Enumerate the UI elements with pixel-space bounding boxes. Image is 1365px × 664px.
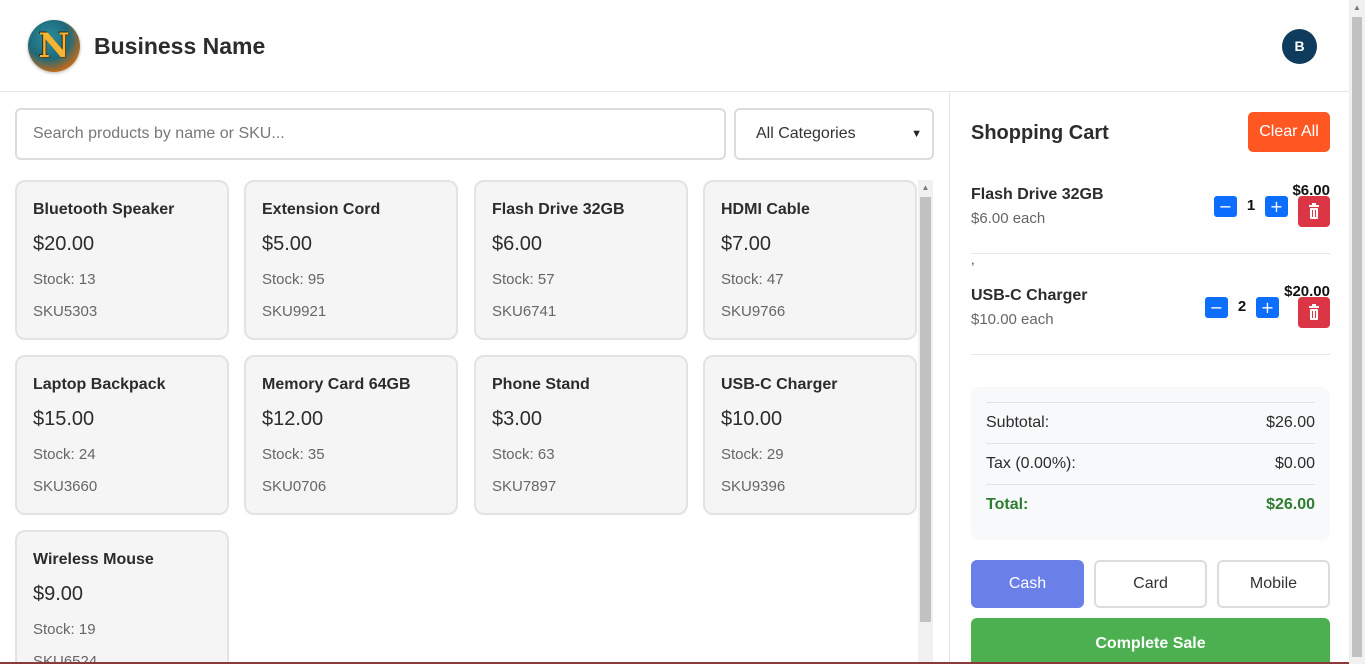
delete-item-button[interactable] (1298, 196, 1330, 227)
business-logo: N (28, 20, 80, 72)
product-sku: SKU0706 (262, 478, 327, 495)
scroll-up-arrow-icon[interactable]: ▲ (1349, 0, 1365, 16)
product-card[interactable]: Flash Drive 32GB $6.00 Stock: 57 SKU6741 (474, 180, 688, 340)
delete-item-button[interactable] (1298, 297, 1330, 328)
product-price: $5.00 (262, 233, 313, 255)
product-card[interactable]: Memory Card 64GB $12.00 Stock: 35 SKU070… (244, 355, 458, 515)
product-card[interactable]: Laptop Backpack $15.00 Stock: 24 SKU3660 (15, 355, 229, 515)
business-name: Business Name (94, 33, 266, 59)
page-scrollbar-thumb[interactable] (1352, 17, 1362, 657)
product-grid: Bluetooth Speaker $20.00 Stock: 13 SKU53… (15, 180, 917, 664)
payment-mobile-button[interactable]: Mobile (1217, 560, 1330, 608)
product-sku: SKU3660 (33, 478, 98, 495)
scrollbar-thumb[interactable] (920, 197, 931, 622)
user-avatar[interactable]: B (1282, 29, 1317, 64)
payment-card-button[interactable]: Card (1094, 560, 1207, 608)
stray-text: , (971, 252, 975, 267)
product-name: Memory Card 64GB (262, 376, 411, 393)
page-scrollbar[interactable]: ▲ (1349, 0, 1365, 664)
product-name: Phone Stand (492, 376, 590, 393)
product-grid-scrollbar[interactable]: ▲ (918, 180, 933, 664)
cart-item-name: USB-C Charger (971, 287, 1088, 304)
product-price: $3.00 (492, 408, 543, 430)
product-sku: SKU5303 (33, 303, 98, 320)
product-sku: SKU9921 (262, 303, 327, 320)
product-sku: SKU6741 (492, 303, 557, 320)
product-name: Flash Drive 32GB (492, 201, 625, 218)
trash-icon (1309, 304, 1319, 320)
product-name: Laptop Backpack (33, 376, 166, 393)
minus-icon[interactable]: − (1205, 297, 1228, 318)
cart-item-unit-price: $6.00 each (971, 210, 1046, 227)
cart-item-qty: 2 (1237, 298, 1247, 315)
product-card[interactable]: Extension Cord $5.00 Stock: 95 SKU9921 (244, 180, 458, 340)
clear-all-button[interactable]: Clear All (1248, 112, 1330, 152)
cart-item: Flash Drive 32GB $6.00 each $6.00 − 1 + (971, 182, 1330, 254)
product-price: $12.00 (262, 408, 324, 430)
chevron-down-icon: ▼ (911, 128, 922, 140)
total-row: Total: $26.00 (986, 484, 1315, 525)
product-sku: SKU9396 (721, 478, 786, 495)
tax-row: Tax (0.00%): $0.00 (986, 443, 1315, 484)
product-stock: Stock: 13 (33, 271, 96, 288)
product-card[interactable]: HDMI Cable $7.00 Stock: 47 SKU9766 (703, 180, 917, 340)
complete-sale-button[interactable]: Complete Sale (971, 618, 1330, 664)
cart-item-qty: 1 (1246, 197, 1256, 214)
product-price: $20.00 (33, 233, 95, 255)
product-stock: Stock: 24 (33, 446, 96, 463)
app-header: N Business Name B (0, 0, 1349, 92)
product-price: $6.00 (492, 233, 543, 255)
product-sku: SKU7897 (492, 478, 557, 495)
cart-panel: Shopping Cart Clear All Flash Drive 32GB… (949, 92, 1349, 664)
total-value: $26.00 (1266, 496, 1315, 513)
products-panel: All Categories ▼ Bluetooth Speaker $20.0… (0, 92, 949, 664)
product-card[interactable]: USB-C Charger $10.00 Stock: 29 SKU9396 (703, 355, 917, 515)
category-select-value: All Categories (756, 125, 856, 142)
product-name: Bluetooth Speaker (33, 201, 175, 218)
product-price: $10.00 (721, 408, 783, 430)
product-name: USB-C Charger (721, 376, 838, 393)
plus-icon[interactable]: + (1256, 297, 1279, 318)
tax-value: $0.00 (1274, 455, 1315, 472)
minus-icon[interactable]: − (1214, 196, 1237, 217)
cart-summary: Subtotal: $26.00 Tax (0.00%): $0.00 Tota… (971, 387, 1330, 540)
product-price: $7.00 (721, 233, 772, 255)
cart-item: USB-C Charger $10.00 each $20.00 − 2 + (971, 283, 1330, 355)
product-price: $15.00 (33, 408, 95, 430)
product-stock: Stock: 19 (33, 621, 96, 638)
product-card[interactable]: Wireless Mouse $9.00 Stock: 19 SKU6524 (15, 530, 229, 664)
product-name: Wireless Mouse (33, 551, 154, 568)
product-stock: Stock: 29 (721, 446, 784, 463)
product-card[interactable]: Bluetooth Speaker $20.00 Stock: 13 SKU53… (15, 180, 229, 340)
product-sku: SKU9766 (721, 303, 786, 320)
product-stock: Stock: 47 (721, 271, 784, 288)
product-card[interactable]: Phone Stand $3.00 Stock: 63 SKU7897 (474, 355, 688, 515)
product-stock: Stock: 57 (492, 271, 555, 288)
cart-item-unit-price: $10.00 each (971, 311, 1054, 328)
logo-letter: N (38, 26, 70, 66)
product-stock: Stock: 35 (262, 446, 325, 463)
product-name: HDMI Cable (721, 201, 810, 218)
product-price: $9.00 (33, 583, 84, 605)
subtotal-row: Subtotal: $26.00 (986, 402, 1315, 443)
product-stock: Stock: 95 (262, 271, 325, 288)
cart-item-name: Flash Drive 32GB (971, 186, 1104, 203)
subtotal-value: $26.00 (1266, 414, 1315, 431)
tax-label: Tax (0.00%): (986, 455, 1076, 472)
product-stock: Stock: 63 (492, 446, 555, 463)
cart-title: Shopping Cart (971, 122, 1109, 144)
search-input[interactable] (15, 108, 726, 160)
payment-cash-button[interactable]: Cash (971, 560, 1084, 608)
scroll-up-arrow-icon[interactable]: ▲ (918, 180, 933, 196)
category-select[interactable]: All Categories ▼ (734, 108, 934, 160)
subtotal-label: Subtotal: (986, 414, 1050, 431)
product-name: Extension Cord (262, 201, 381, 218)
plus-icon[interactable]: + (1265, 196, 1288, 217)
trash-icon (1309, 203, 1319, 219)
total-label: Total: (986, 496, 1029, 513)
